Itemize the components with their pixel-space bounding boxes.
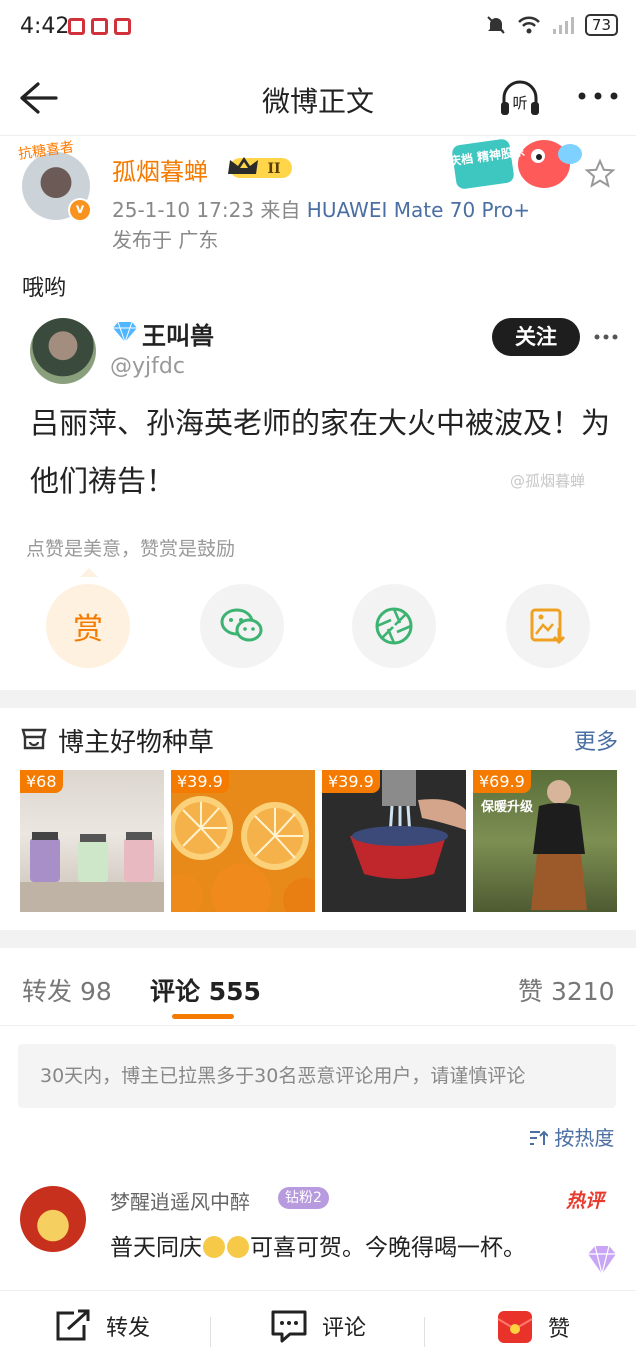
product-card[interactable]: ¥39.9	[322, 770, 466, 912]
device-source[interactable]: HUAWEI Mate 70 Pro+	[307, 198, 530, 222]
vip-crown-badge[interactable]: II	[226, 154, 294, 180]
wechat-icon	[220, 608, 263, 642]
product-card[interactable]: ¥68	[20, 770, 164, 912]
follow-button[interactable]: 关注	[492, 318, 580, 356]
notification-icons	[68, 18, 131, 35]
fan-level-badge: 钻粉2	[278, 1187, 329, 1209]
product-subtitle: 保暖升级	[481, 800, 534, 815]
section-divider	[0, 930, 636, 948]
save-image-button[interactable]	[506, 584, 590, 668]
bar-separator	[210, 1317, 211, 1347]
author-name[interactable]: 孤烟暮蝉	[112, 152, 208, 187]
commenter-avatar[interactable]	[20, 1186, 86, 1252]
post-text: 哦哟	[22, 276, 67, 301]
shop-section-title: 博主好物种草	[58, 728, 215, 758]
retweet-author-name[interactable]: 王叫兽	[142, 316, 214, 351]
product-price: ¥39.9	[322, 770, 380, 793]
comment-button[interactable]: 评论	[270, 1309, 366, 1343]
status-icons: 73	[485, 14, 618, 36]
moments-shutter-icon	[375, 607, 413, 645]
retweet-author-avatar[interactable]	[30, 318, 96, 384]
national-day-badge[interactable]: 国庆档 精神股东	[448, 134, 584, 196]
image-watermark: @孤烟暮蝉	[510, 472, 586, 490]
repost-label: 转发	[106, 1316, 151, 1341]
shop-more-link[interactable]: 更多	[574, 724, 618, 756]
diamond-icon	[113, 321, 137, 344]
signal-icon	[552, 17, 574, 34]
product-price: ¥39.9	[171, 770, 229, 793]
section-divider	[0, 690, 636, 708]
active-tab-indicator	[172, 1014, 234, 1019]
sort-label: 按热度	[554, 1126, 615, 1150]
grin-emoji-icon	[227, 1236, 249, 1258]
shop-icon	[21, 728, 47, 750]
sort-icon	[530, 1130, 549, 1145]
tab-reposts[interactable]: 转发 98	[22, 972, 112, 1008]
comment-text-a: 普天同庆	[110, 1235, 202, 1261]
vip-level: II	[267, 161, 280, 177]
verified-badge: v	[68, 198, 92, 222]
hot-comment-badge: 热评	[566, 1190, 605, 1212]
sort-by-hot-button[interactable]: 按热度	[528, 1122, 614, 1151]
retweet-author-handle: @yjfdc	[110, 354, 185, 379]
top-nav-bar: 微博正文 听	[0, 58, 636, 136]
product-card[interactable]: ¥69.9 保暖升级	[473, 770, 617, 912]
comment-text-b: 可喜可贺。今晚得喝一杯。	[250, 1235, 526, 1261]
tab-comments[interactable]: 评论 555	[150, 972, 261, 1008]
bar-separator	[424, 1317, 425, 1347]
source-prefix: 来自	[260, 198, 301, 222]
gem-decoration-icon	[588, 1245, 616, 1275]
product-price: ¥68	[20, 770, 63, 793]
reward-button[interactable]: 赏	[46, 584, 130, 668]
tab-likes[interactable]: 赞 3210	[518, 972, 615, 1008]
like-button[interactable]: 赞	[496, 1309, 570, 1345]
reward-label: 赏	[73, 612, 103, 647]
headphones-listen-icon[interactable]: 听	[496, 78, 544, 118]
reward-hint: 点赞是美意，赞赏是鼓励	[26, 538, 236, 560]
save-image-icon	[530, 608, 566, 645]
repost-button[interactable]: 转发	[54, 1309, 150, 1343]
bottom-action-bar: 转发 评论 赞	[0, 1290, 636, 1353]
post-meta: 25-1-10 17:23 来自 HUAWEI Mate 70 Pro+	[112, 194, 530, 223]
listen-label: 听	[512, 94, 527, 112]
status-bar: 4:42 73	[0, 0, 636, 58]
product-card[interactable]: ¥39.9	[171, 770, 315, 912]
smile-emoji-icon	[203, 1236, 225, 1258]
share-wechat-button[interactable]	[200, 584, 284, 668]
notification-icon	[114, 18, 131, 35]
wifi-icon	[518, 16, 540, 34]
like-label: 赞	[548, 1317, 571, 1342]
retweet-text: 吕丽萍、孙海英老师的家在大火中被波及！为他们祷告！	[30, 406, 611, 498]
post-location: 发布于 广东	[112, 228, 219, 252]
notification-icon	[91, 18, 108, 35]
battery-indicator: 73	[584, 14, 618, 36]
share-moments-button[interactable]	[352, 584, 436, 668]
notification-icon	[68, 18, 85, 35]
more-options-icon[interactable]	[574, 84, 622, 108]
retweet-more-icon[interactable]	[594, 334, 618, 340]
status-time: 4:42	[20, 14, 70, 39]
post-timestamp: 25-1-10 17:23	[112, 198, 255, 222]
product-price: ¥69.9	[473, 770, 531, 793]
comment-icon	[271, 1310, 307, 1343]
like-envelope-icon	[497, 1311, 533, 1343]
comment-notice: 30天内，博主已拉黑多于30名恶意评论用户，请谨慎评论	[18, 1044, 616, 1108]
hint-pointer	[80, 568, 98, 577]
engagement-tabs: 转发 98 评论 555 赞 3210	[0, 950, 636, 1026]
mute-bell-icon	[487, 16, 505, 34]
comment-label: 评论	[322, 1316, 367, 1341]
repost-icon	[56, 1309, 90, 1341]
comment-text: 普天同庆 可喜可贺。今晚得喝一杯。	[110, 1228, 526, 1262]
favorite-star-icon[interactable]	[584, 158, 616, 190]
commenter-name[interactable]: 梦醒逍遥风中醉	[110, 1186, 250, 1215]
